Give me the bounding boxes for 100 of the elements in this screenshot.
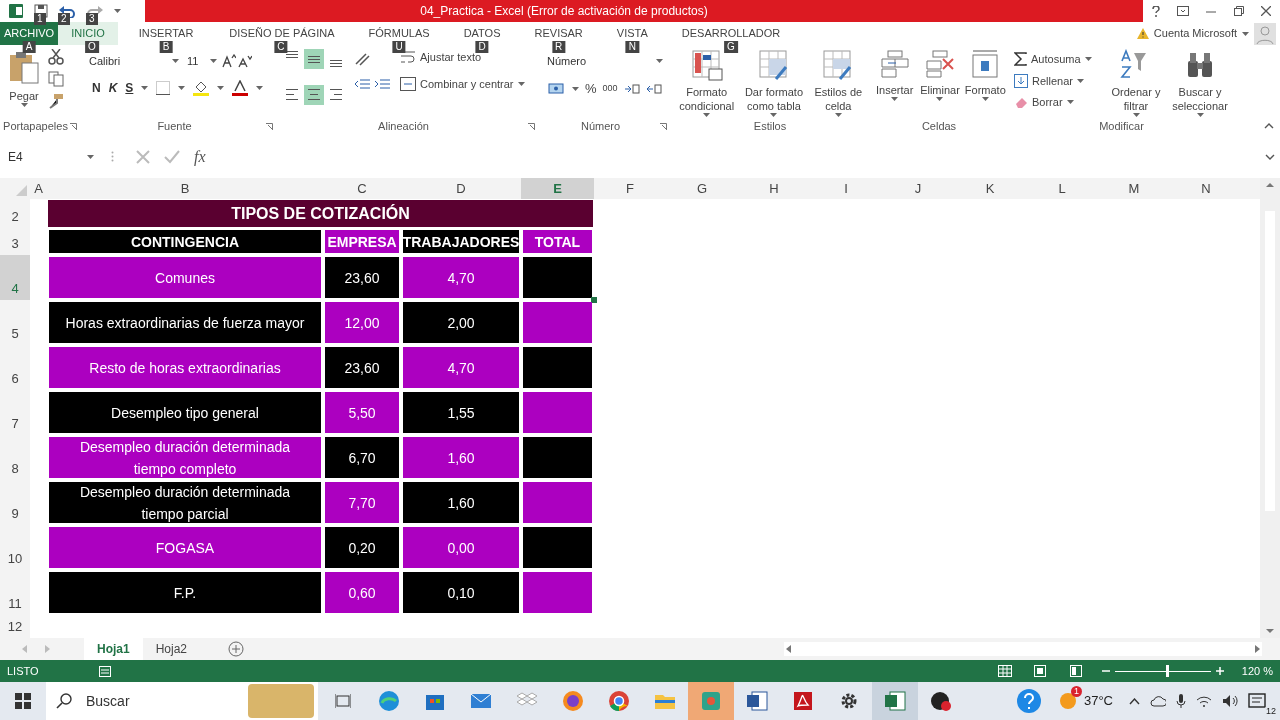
row-header[interactable]: 10 [0, 525, 30, 570]
column-header[interactable]: H [738, 178, 810, 199]
table-cell[interactable]: FOGASA [49, 527, 321, 568]
column-header[interactable]: G [666, 178, 738, 199]
ribbon-button[interactable]: Dar formato como tabla [741, 49, 807, 118]
row-header[interactable]: 5 [0, 300, 30, 345]
table-cell[interactable]: 5,50 [325, 392, 399, 433]
table-cell[interactable]: 0,60 [325, 572, 399, 613]
font-color-icon [232, 80, 249, 96]
table-cell[interactable] [523, 482, 592, 523]
temperature[interactable]: 37°C [1083, 691, 1113, 711]
table-cell[interactable]: Desempleo tipo general [49, 392, 321, 433]
row-header[interactable]: 4 [0, 255, 30, 300]
table-cell[interactable]: 6,70 [325, 437, 399, 478]
column-header[interactable]: I [810, 178, 882, 199]
underline-button[interactable]: S [125, 79, 134, 97]
table-cell[interactable]: Desempleo duración determinada tiempo completo [49, 437, 321, 478]
sheet-tab[interactable]: Hoja2 [142, 638, 201, 660]
account-name[interactable]: Cuenta Microsoft [1153, 25, 1237, 42]
table-cell[interactable]: 4,70 [403, 347, 519, 388]
table-cell[interactable]: 4,70 [403, 257, 519, 298]
table-cell[interactable] [523, 347, 592, 388]
pdf-app-icon [792, 690, 814, 712]
table-cell[interactable] [523, 437, 592, 478]
ribbon-button[interactable]: Eliminar [919, 49, 961, 118]
table-cell[interactable]: 23,60 [325, 347, 399, 388]
column-header[interactable]: N [1170, 178, 1242, 199]
zoom-thumb[interactable] [1165, 665, 1169, 677]
table-cell[interactable] [523, 572, 592, 613]
zoom-level[interactable]: 120 % [1241, 662, 1273, 680]
thousands-button[interactable]: 000 [602, 82, 618, 96]
row-header[interactable]: 11 [0, 570, 30, 615]
normal-view-icon [997, 665, 1012, 677]
column-header[interactable]: F [594, 178, 666, 199]
percent-button[interactable]: % [585, 79, 597, 99]
search-field[interactable]: Buscar [46, 682, 318, 720]
column-header[interactable]: C [323, 178, 401, 199]
ribbon-button[interactable]: Formato [964, 49, 1006, 118]
caret-icon [936, 97, 944, 101]
bold-button[interactable]: N [92, 79, 101, 97]
collapse-ribbon-icon [1264, 123, 1274, 129]
column-header[interactable]: A [30, 178, 47, 199]
table-cell[interactable]: 1,60 [403, 482, 519, 523]
row-header[interactable]: 8 [0, 435, 30, 480]
row-header[interactable]: 7 [0, 390, 30, 435]
table-cell[interactable]: 0,00 [403, 527, 519, 568]
ribbon-button[interactable]: Autosuma [1014, 51, 1102, 68]
ribbon-button[interactable]: Ordenar y filtrar [1106, 49, 1166, 118]
row-header[interactable]: 9 [0, 480, 30, 525]
name-box[interactable]: E4 [5, 145, 97, 168]
column-header[interactable]: J [882, 178, 954, 199]
table-cell[interactable]: 1,60 [403, 437, 519, 478]
table-cell[interactable]: 0,20 [325, 527, 399, 568]
align-button[interactable] [304, 49, 324, 69]
row-header[interactable]: 12 [0, 615, 30, 638]
table-cell[interactable]: 0,10 [403, 572, 519, 613]
row-header[interactable]: 3 [0, 228, 30, 255]
table-cell[interactable] [523, 392, 592, 433]
sheet-tab[interactable]: Hoja1 [84, 638, 143, 660]
table-cell[interactable] [523, 257, 592, 298]
macro-record-icon [98, 665, 111, 677]
vertical-scrollbar[interactable] [1260, 178, 1280, 638]
table-cell[interactable]: Desempleo duración determinada tiempo parcial [49, 482, 321, 523]
decrease-decimal-icon [645, 81, 662, 96]
fill-handle[interactable] [591, 297, 597, 303]
column-header[interactable]: E [521, 178, 594, 199]
browser-icon [378, 690, 400, 712]
borders-icon [156, 81, 171, 95]
table-cell[interactable]: 12,00 [325, 302, 399, 343]
row-header[interactable]: 6 [0, 345, 30, 390]
zoom-slider[interactable] [1114, 665, 1211, 677]
column-header[interactable]: M [1098, 178, 1170, 199]
table-cell[interactable]: 7,70 [325, 482, 399, 523]
table-cell[interactable]: 2,00 [403, 302, 519, 343]
horizontal-scrollbar[interactable] [784, 642, 1262, 656]
ribbon-button[interactable]: Borrar [1014, 94, 1102, 111]
caret-icon [891, 97, 899, 101]
table-cell[interactable]: Resto de horas extraordinarias [49, 347, 321, 388]
ribbon-button[interactable]: Estilos de celda [810, 49, 866, 118]
column-header[interactable]: B [47, 178, 323, 199]
table-cell[interactable]: Horas extraordinarias de fuerza mayor [49, 302, 321, 343]
table-cell[interactable]: F.P. [49, 572, 321, 613]
insert-function-button[interactable]: fx [194, 144, 206, 169]
dialog-launcher-icon [70, 123, 77, 130]
table-cell[interactable]: 1,55 [403, 392, 519, 433]
align-button[interactable] [304, 84, 324, 105]
column-header[interactable]: D [401, 178, 521, 199]
italic-button[interactable]: K [108, 79, 118, 97]
merge-center-button[interactable]: Combinar y centrar [400, 75, 525, 92]
ribbon-button[interactable]: Buscar y seleccionar [1170, 49, 1230, 118]
ribbon-button[interactable]: Rellenar [1014, 72, 1102, 89]
table-cell[interactable]: 23,60 [325, 257, 399, 298]
row-header[interactable]: 2 [0, 199, 30, 228]
ribbon-button[interactable]: Insertar [874, 49, 916, 118]
table-cell[interactable] [523, 527, 592, 568]
column-header[interactable]: L [1026, 178, 1098, 199]
column-header[interactable]: K [954, 178, 1026, 199]
table-cell[interactable]: Comunes [49, 257, 321, 298]
table-cell[interactable] [523, 302, 592, 343]
caret-icon [572, 86, 579, 91]
